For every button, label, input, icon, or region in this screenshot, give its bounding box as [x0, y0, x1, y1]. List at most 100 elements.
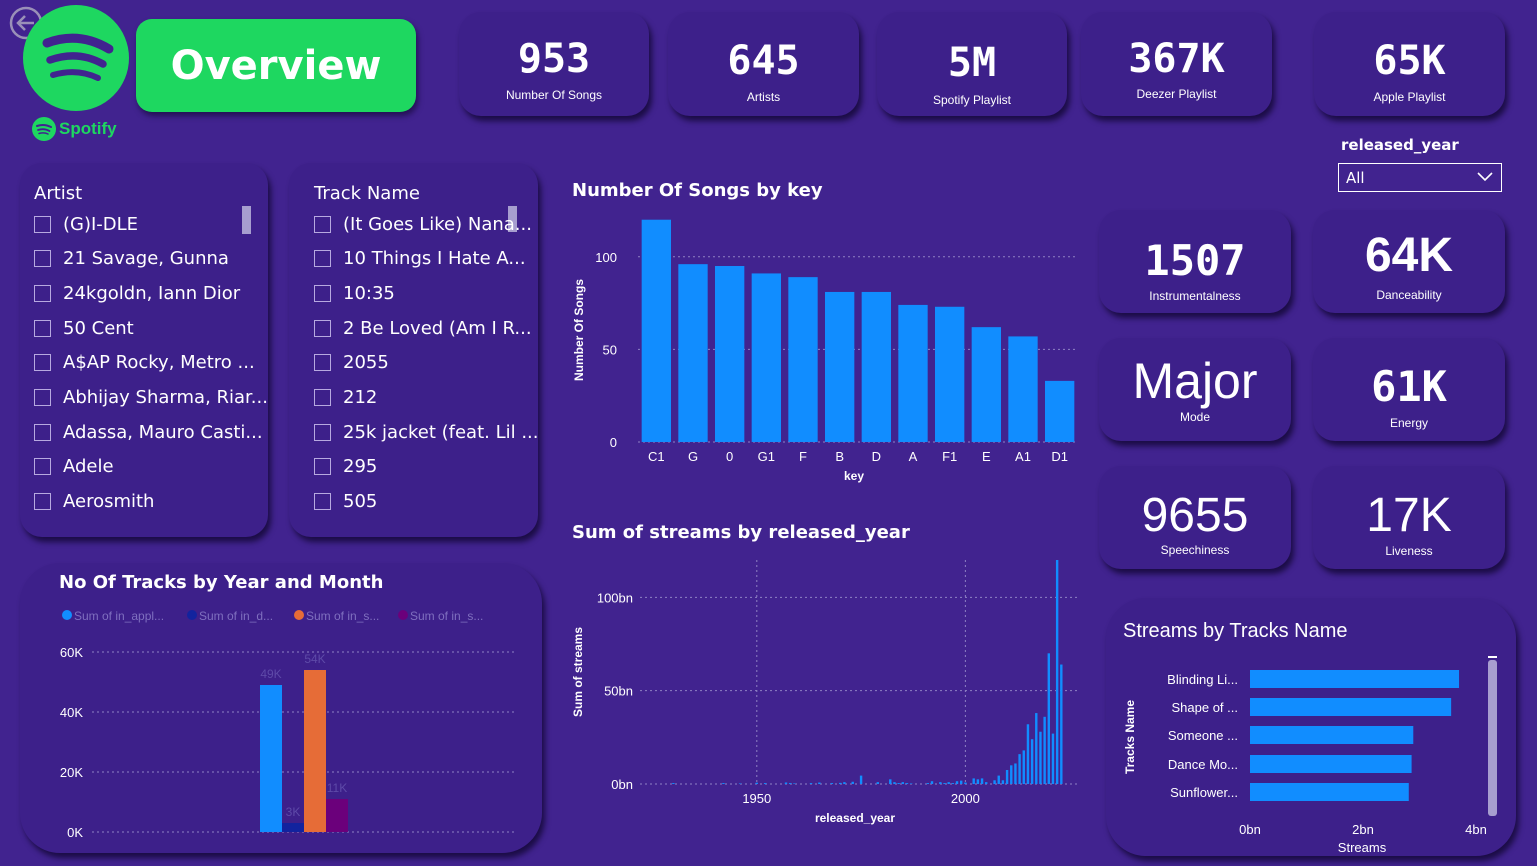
y-tick-label: 0	[610, 435, 617, 450]
chart-title: No Of Tracks by Year and Month	[59, 572, 383, 593]
bar-2011	[1010, 765, 1013, 784]
bar-E	[971, 327, 1001, 442]
bar-2016	[1030, 739, 1034, 784]
x-tick-label: 2bn	[1352, 822, 1374, 837]
bar-1942	[722, 783, 725, 784]
x-tick-label: C1	[648, 449, 665, 464]
bar-3	[1250, 726, 1414, 744]
bar-2003	[976, 779, 980, 784]
y-axis-title: Tracks Name	[1123, 700, 1137, 774]
bar-D1	[1045, 380, 1075, 442]
legend-label: Sum of in_s...	[410, 609, 483, 623]
bar-1959	[793, 783, 796, 784]
bar-1963	[809, 783, 813, 784]
y-axis-title: Sum of streams	[571, 627, 585, 717]
bar-1992	[930, 781, 934, 784]
bar-2015	[1026, 724, 1030, 784]
bar-1995	[943, 783, 946, 784]
x-tick-label: G1	[758, 449, 775, 464]
x-tick-label: D	[872, 449, 881, 464]
y-axis-title: Number Of Songs	[572, 279, 586, 381]
bar-1	[260, 685, 282, 832]
bar-2009	[1001, 780, 1005, 784]
bar-1984	[897, 783, 900, 784]
x-axis-title: released_year	[815, 811, 895, 825]
bar-1985	[901, 782, 904, 784]
bar-A	[898, 304, 928, 442]
y-tick-label: 40K	[60, 705, 83, 720]
bar-G1	[751, 273, 781, 442]
bar-1930	[672, 783, 675, 784]
y-tick-label: 100bn	[597, 590, 633, 605]
bar-1975	[859, 775, 863, 784]
y-tick-label: 0bn	[611, 777, 633, 792]
y-tick-label: Sunflower...	[1170, 785, 1238, 800]
x-tick-label: 0	[726, 449, 733, 464]
legend-marker	[62, 610, 72, 620]
legend-marker	[187, 610, 197, 620]
bar-D	[861, 291, 891, 442]
bar-3	[304, 670, 326, 832]
bar-1994	[939, 782, 942, 784]
bar-1950	[755, 782, 758, 784]
bar-2002	[972, 778, 975, 784]
x-tick-label: E	[982, 449, 991, 464]
x-tick-label: 1950	[742, 791, 771, 806]
chart-title: Sum of streams by released_year	[572, 522, 910, 543]
bar-2022	[1055, 560, 1059, 784]
bar-2020	[1047, 653, 1050, 784]
legend-label: Sum of in_appl...	[74, 609, 164, 623]
bar-1958	[788, 783, 792, 784]
bar-2014	[1022, 750, 1025, 784]
x-tick-label: F	[799, 449, 807, 464]
bar-2010	[1005, 770, 1009, 784]
y-tick-label: 50	[603, 342, 617, 357]
bar-1957	[784, 782, 788, 784]
chart-scrollbar[interactable]	[1488, 660, 1497, 816]
bar-1996	[947, 782, 950, 784]
bar-2012	[1014, 763, 1017, 784]
x-axis-title: Streams	[1338, 840, 1387, 855]
bar-1982	[889, 779, 892, 784]
bar-2004	[980, 778, 984, 784]
bar-1987	[909, 783, 913, 784]
bar-1952	[763, 783, 767, 784]
bar-1946	[738, 783, 742, 784]
bar-1971	[843, 782, 846, 784]
x-tick-label: A	[909, 449, 918, 464]
bar-G	[678, 264, 708, 442]
bar-1983	[893, 782, 896, 784]
bar-4	[1250, 755, 1412, 773]
legend-marker	[294, 610, 304, 620]
data-label: 11K	[327, 781, 347, 795]
bar-2013	[1018, 754, 1021, 784]
bar-2	[1250, 698, 1452, 716]
x-tick-label: D1	[1051, 449, 1068, 464]
bar-0	[715, 266, 745, 442]
y-tick-label: Dance Mo...	[1168, 757, 1238, 772]
legend-label: Sum of in_s...	[306, 609, 379, 623]
bar-2	[282, 823, 304, 832]
x-tick-label: B	[835, 449, 844, 464]
bar-2000	[964, 782, 967, 784]
bar-2023	[1060, 664, 1063, 784]
bar-2008	[997, 775, 1000, 784]
x-axis-title: key	[844, 469, 864, 483]
y-tick-label: 50bn	[604, 684, 633, 699]
data-label: 49K	[260, 667, 281, 681]
y-tick-label: Blinding Li...	[1167, 672, 1238, 687]
x-tick-label: 0bn	[1239, 822, 1261, 837]
bar-1991	[926, 783, 930, 784]
bar-B	[825, 291, 855, 442]
x-tick-label: G	[688, 449, 698, 464]
x-tick-label: 4bn	[1465, 822, 1487, 837]
x-tick-label: F1	[942, 449, 957, 464]
bar-C1	[641, 219, 671, 442]
bar-1979	[876, 782, 879, 784]
bar-1973	[851, 781, 854, 784]
bar-2005	[985, 782, 988, 784]
x-tick-label: A1	[1015, 449, 1031, 464]
chart-title: Number Of Songs by key	[572, 180, 823, 201]
bar-A1	[1008, 336, 1038, 442]
bar-2017	[1035, 713, 1038, 784]
